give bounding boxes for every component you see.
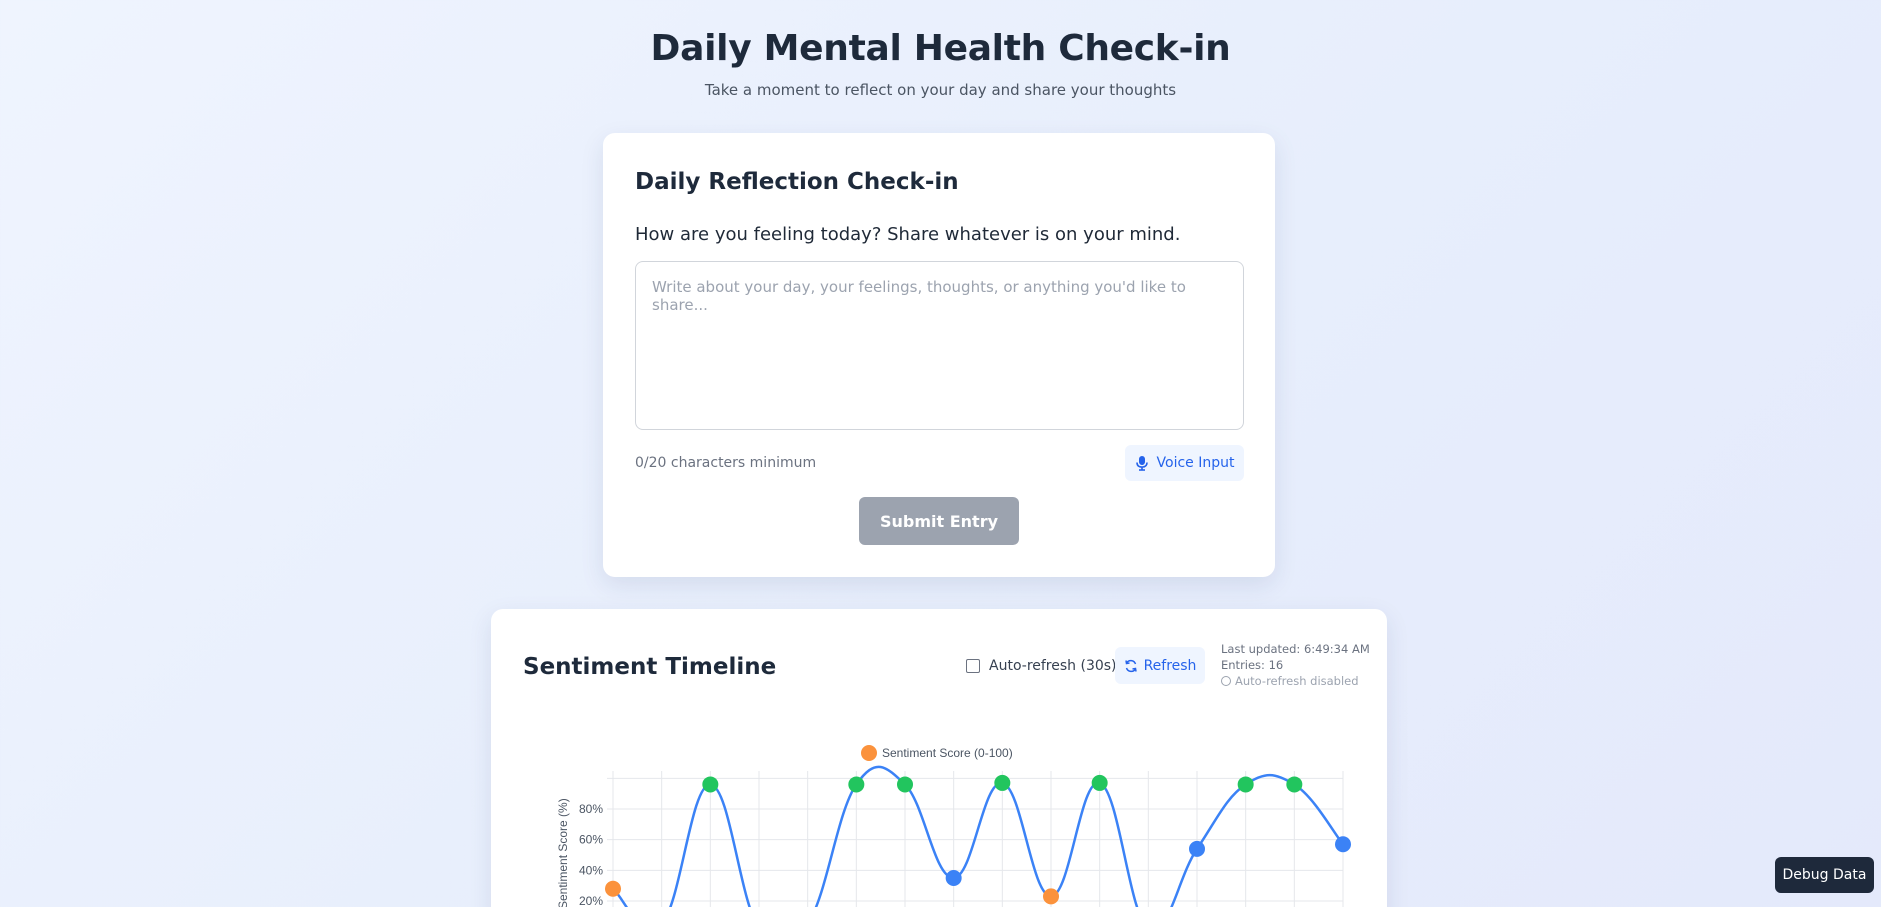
data-point[interactable] <box>1043 888 1059 905</box>
chart-legend: Sentiment Score (0-100) <box>861 745 1013 761</box>
data-point[interactable] <box>1237 776 1254 793</box>
reflection-textarea[interactable] <box>635 261 1244 430</box>
voice-input-button[interactable]: Voice Input <box>1125 445 1244 481</box>
legend-label: Sentiment Score (0-100) <box>882 746 1013 760</box>
data-points <box>605 774 1351 905</box>
data-point[interactable] <box>702 776 719 793</box>
submit-entry-button[interactable]: Submit Entry <box>859 497 1019 545</box>
data-point[interactable] <box>1189 840 1205 857</box>
checkin-card: Daily Reflection Check-in How are you fe… <box>603 133 1275 577</box>
data-point[interactable] <box>1091 774 1108 791</box>
y-tick-label: 60% <box>579 833 603 847</box>
checkin-prompt: How are you feeling today? Share whateve… <box>635 224 1181 245</box>
legend-marker <box>861 745 877 761</box>
page-subtitle: Take a moment to reflect on your day and… <box>704 81 1177 99</box>
page-header: Daily Mental Health Check-in Take a mome… <box>0 28 1881 99</box>
y-axis-label: Sentiment Score (%) <box>556 798 570 907</box>
data-point[interactable] <box>945 870 962 886</box>
y-tick-label: 20% <box>579 894 603 907</box>
data-point[interactable] <box>848 776 865 793</box>
data-point[interactable] <box>605 880 621 897</box>
voice-input-label: Voice Input <box>1156 455 1235 471</box>
char-counter: 0/20 characters minimum <box>635 455 817 471</box>
checkin-title: Daily Reflection Check-in <box>635 169 959 195</box>
data-point[interactable] <box>1286 776 1303 793</box>
debug-data-button[interactable]: Debug Data <box>1775 857 1874 893</box>
data-point[interactable] <box>1335 836 1351 853</box>
y-tick-label: 40% <box>579 863 603 877</box>
sentiment-chart: Sentiment Score (0-100) 20% 40% 60% 80% Sen… <box>556 745 1351 907</box>
y-tick-label: 80% <box>579 802 603 816</box>
page-title: Daily Mental Health Check-in <box>650 28 1231 69</box>
data-point[interactable] <box>897 776 913 793</box>
series-line <box>612 765 1344 907</box>
data-point[interactable] <box>994 774 1011 791</box>
sentiment-timeline-card: Sentiment Timeline Auto-refresh (30s) Re… <box>491 609 1387 907</box>
microphone-icon <box>1135 456 1148 471</box>
y-axis-ticks: 20% 40% 60% 80% <box>579 802 603 907</box>
